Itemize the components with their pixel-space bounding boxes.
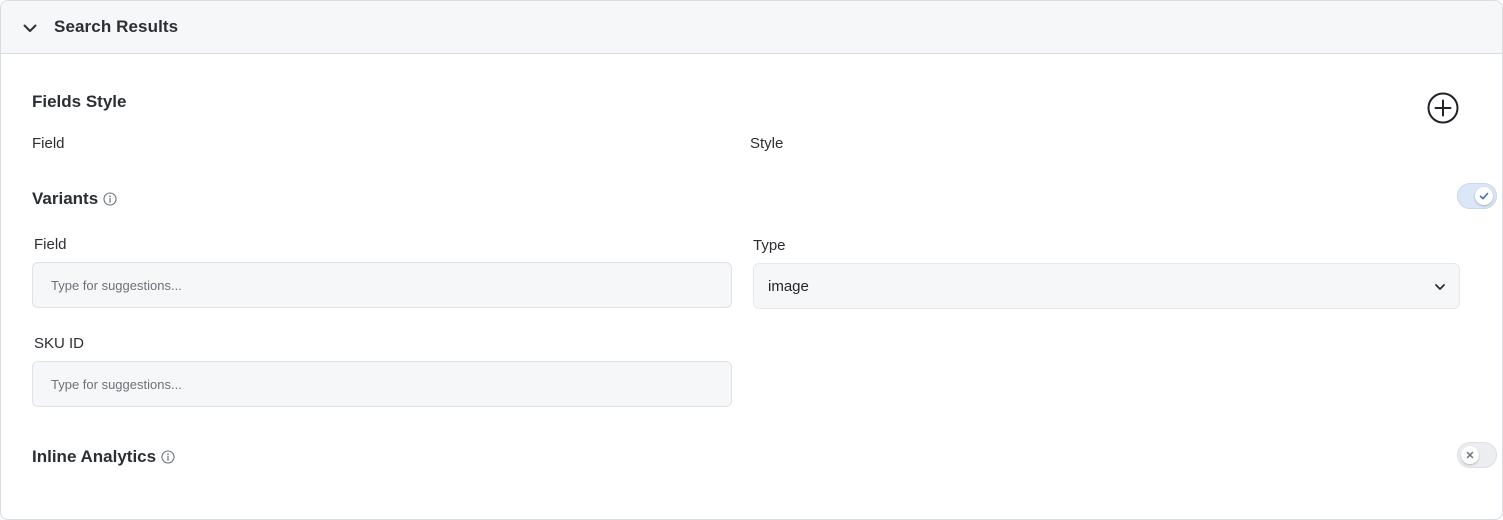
inline-analytics-title: Inline Analytics xyxy=(32,447,175,467)
variants-field-input[interactable] xyxy=(32,262,732,308)
variants-sku-input[interactable] xyxy=(32,361,732,407)
inline-analytics-toggle[interactable] xyxy=(1457,442,1497,468)
toggle-knob xyxy=(1461,446,1479,464)
panel-header[interactable]: Search Results xyxy=(1,1,1502,54)
search-results-panel: Search Results Fields Style Field Style … xyxy=(0,0,1503,520)
info-icon[interactable] xyxy=(161,449,175,464)
variants-field-label: Field xyxy=(34,236,67,253)
chevron-down-icon xyxy=(1435,284,1445,290)
inline-analytics-title-text: Inline Analytics xyxy=(32,447,157,466)
info-icon[interactable] xyxy=(103,191,117,206)
variants-type-value: image xyxy=(768,277,809,295)
panel-title: Search Results xyxy=(54,17,179,36)
fields-style-title: Fields Style xyxy=(32,92,127,111)
close-icon xyxy=(1466,451,1474,459)
plus-circle-icon[interactable] xyxy=(1426,91,1460,125)
variants-type-select[interactable]: image xyxy=(753,263,1460,309)
fields-style-column-field: Field xyxy=(32,135,65,152)
chevron-down-icon[interactable] xyxy=(21,19,39,37)
toggle-knob xyxy=(1475,187,1493,205)
variants-toggle[interactable] xyxy=(1457,183,1497,209)
variants-title: Variants xyxy=(32,189,117,209)
variants-sku-label: SKU ID xyxy=(34,335,85,352)
variants-type-label: Type xyxy=(753,237,786,254)
fields-style-column-style: Style xyxy=(750,135,784,152)
variants-title-text: Variants xyxy=(32,189,99,208)
check-icon xyxy=(1479,192,1489,200)
